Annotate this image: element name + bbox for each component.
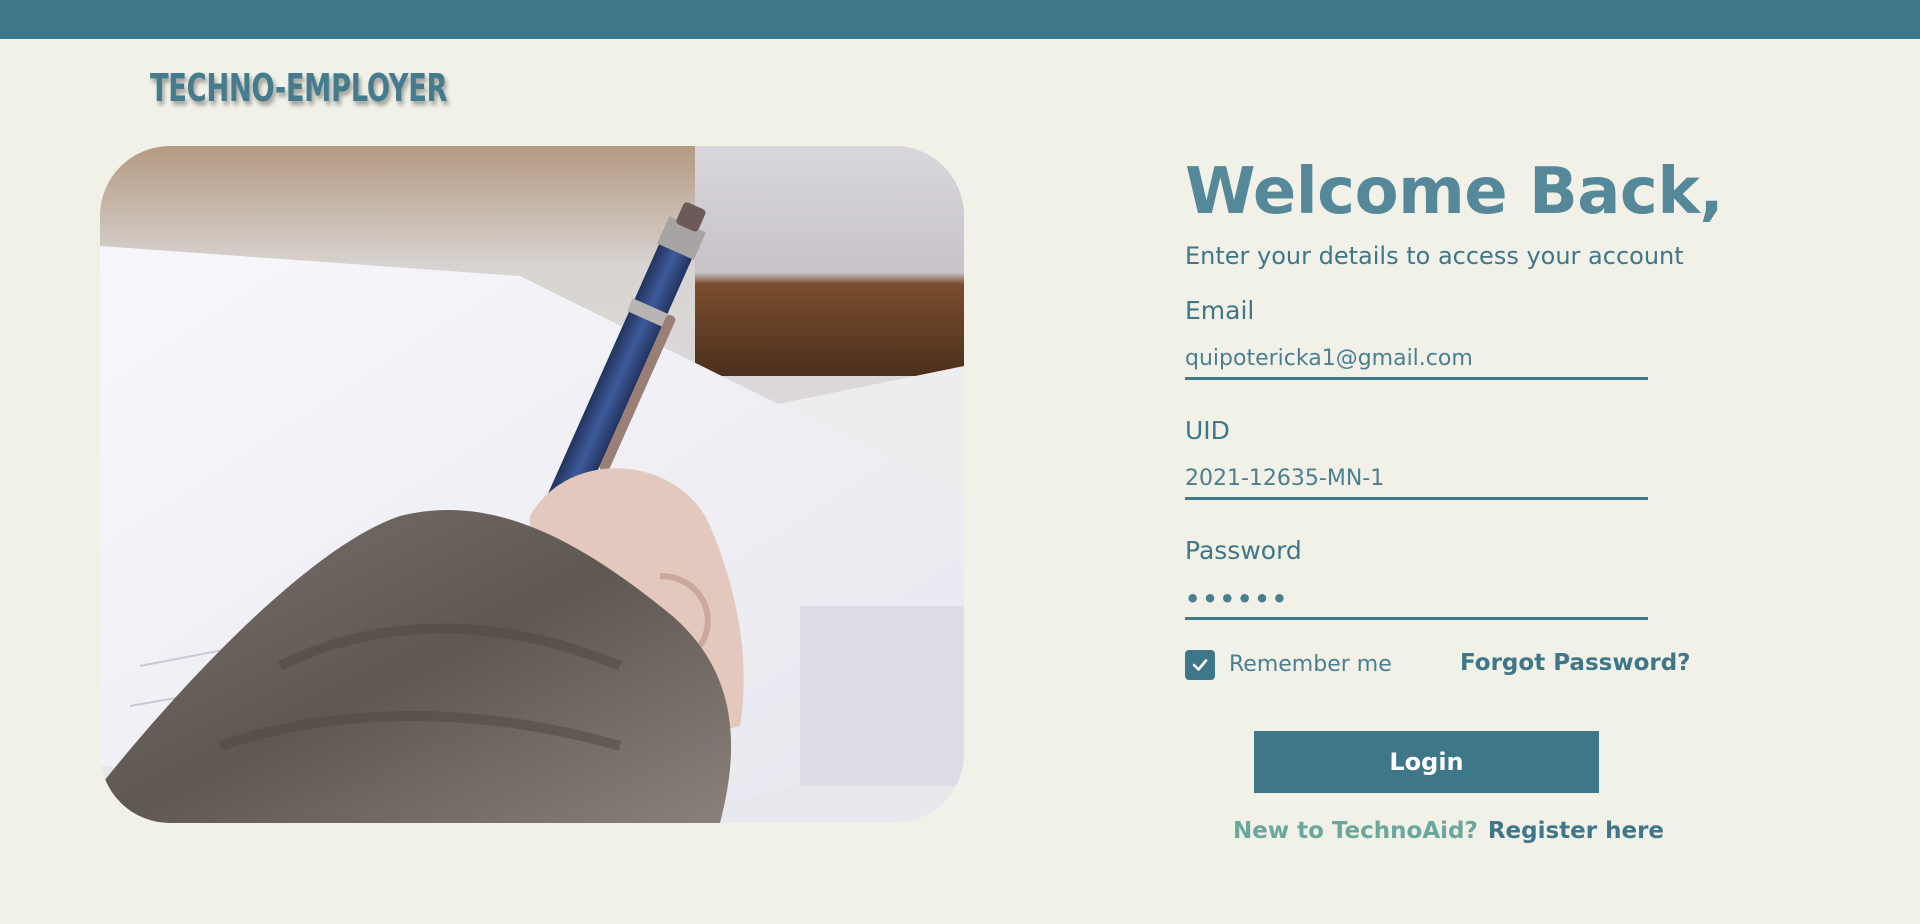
login-form: Welcome Back, Enter your details to acce…	[1185, 150, 1724, 682]
register-question: New to TechnoAid?	[1233, 818, 1478, 844]
password-input[interactable]	[1185, 580, 1648, 620]
register-row: New to TechnoAid? Register here	[1233, 818, 1664, 844]
email-field: Email	[1185, 294, 1685, 380]
forgot-password-link[interactable]: Forgot Password?	[1460, 650, 1691, 676]
email-input[interactable]	[1185, 340, 1648, 380]
hero-illustration	[100, 146, 964, 823]
remember-checkbox[interactable]	[1185, 650, 1215, 680]
uid-field: UID	[1185, 414, 1685, 500]
email-label: Email	[1185, 296, 1255, 325]
uid-input[interactable]	[1185, 460, 1648, 500]
register-link[interactable]: Register here	[1488, 818, 1664, 844]
password-label: Password	[1185, 536, 1302, 565]
welcome-title: Welcome Back,	[1185, 155, 1724, 229]
welcome-subtitle: Enter your details to access your accoun…	[1185, 242, 1684, 270]
uid-label: UID	[1185, 416, 1230, 445]
brand-logo[interactable]: TECHNO-EMPLOYER	[150, 66, 448, 110]
remember-label[interactable]: Remember me	[1229, 652, 1392, 677]
top-bar	[0, 0, 1920, 39]
options-row: Remember me Forgot Password?	[1185, 648, 1691, 682]
login-button[interactable]: Login	[1254, 731, 1599, 793]
hero-image	[100, 146, 964, 823]
password-field: Password	[1185, 534, 1685, 620]
check-icon	[1192, 659, 1208, 671]
